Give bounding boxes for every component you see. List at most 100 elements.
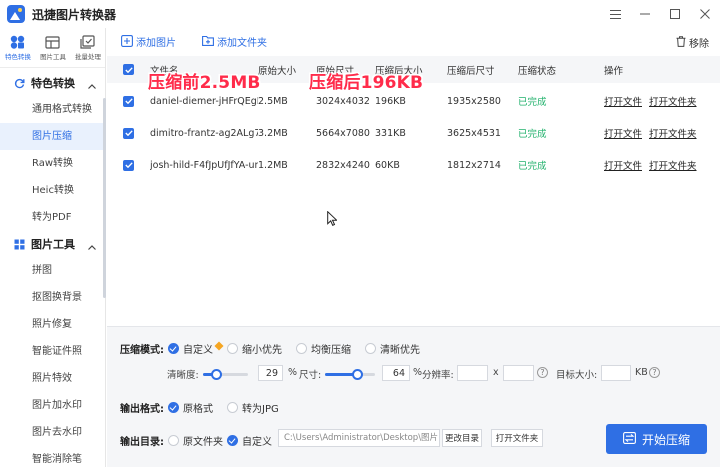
nav-item-cutout[interactable]: 抠图换背景 [0, 284, 105, 311]
nav-group-label: 图片工具 [31, 238, 75, 251]
radio[interactable] [296, 343, 307, 354]
checkbox[interactable] [123, 95, 134, 107]
tool-tab-label: 特色转换 [4, 53, 31, 61]
size-slider-knob[interactable] [352, 369, 363, 380]
open-folder-link[interactable]: 打开文件夹 [649, 85, 697, 117]
nav-group-convert[interactable]: 特色转换 [0, 70, 105, 96]
open-folder-link[interactable]: 打开文件夹 [649, 149, 697, 181]
nav-item-add-watermark[interactable]: 图片加水印 [0, 392, 105, 419]
radio[interactable] [227, 402, 238, 413]
radio[interactable] [168, 435, 179, 446]
radio[interactable] [227, 435, 238, 446]
format-original-radio[interactable]: 原格式 [168, 400, 213, 415]
radio[interactable] [365, 343, 376, 354]
change-dir-button[interactable]: 更改目录 [442, 429, 482, 447]
cell-comp-dim: 3625x4531 [447, 127, 501, 139]
add-folder-button[interactable]: 添加文件夹 [202, 34, 267, 49]
clarity-slider-knob[interactable] [211, 369, 223, 380]
tool-tab-tools[interactable]: 图片工具 [35, 28, 70, 67]
clarity-unit: % [288, 367, 298, 378]
nav-item-general-convert[interactable]: 通用格式转换 [0, 96, 105, 123]
checkbox[interactable] [123, 159, 134, 171]
maximize-icon[interactable] [660, 0, 690, 28]
format-original-label: 原格式 [183, 404, 213, 415]
nav-item-remove-watermark[interactable]: 图片去水印 [0, 419, 105, 446]
cell-orig-size: 1.2MB [258, 159, 288, 171]
mode-clarity-radio[interactable]: 清晰优先 [365, 341, 420, 356]
cell-orig-size: 3.2MB [258, 127, 288, 139]
radio[interactable] [168, 402, 179, 413]
mode-balanced-radio[interactable]: 均衡压缩 [296, 341, 351, 356]
size-input[interactable]: 64 [382, 365, 410, 381]
cell-status: 已完成 [518, 97, 547, 108]
cell-orig-size: 2.5MB [258, 95, 288, 107]
mode-custom-radio[interactable]: 自定义 [168, 340, 224, 356]
mode-small-radio[interactable]: 缩小优先 [227, 341, 282, 356]
size-unit: % [413, 367, 423, 378]
resolution-height-input[interactable] [503, 365, 534, 381]
nav-item-id-photo[interactable]: 智能证件照 [0, 338, 105, 365]
clarity-slider[interactable] [203, 369, 248, 380]
start-compress-button[interactable]: 开始压缩 [606, 424, 707, 454]
toolbar: 添加图片 添加文件夹 移除 [107, 28, 720, 54]
open-file-link[interactable]: 打开文件 [604, 149, 642, 181]
open-folder-button[interactable]: 打开文件夹 [491, 429, 543, 447]
nav-item-heic[interactable]: Heic转换 [0, 177, 105, 204]
tools-icon [45, 35, 61, 49]
nav-group-tools[interactable]: 图片工具 [0, 231, 105, 257]
minimize-icon[interactable] [630, 0, 660, 28]
nav-item-eraser[interactable]: 智能消除笔 [0, 446, 105, 467]
nav-item-photo-repair[interactable]: 照片修复 [0, 311, 105, 338]
nav-item-raw[interactable]: Raw转换 [0, 150, 105, 177]
col-comp-dim: 压缩后尺寸 [447, 65, 495, 77]
cell-status: 已完成 [518, 161, 547, 172]
row-checkbox[interactable] [123, 117, 134, 149]
add-image-button[interactable]: 添加图片 [121, 34, 176, 49]
table-row[interactable]: dimitro-frantz-ag2ALg7y... 3.2MB 5664x70… [107, 117, 720, 149]
start-compress-label: 开始压缩 [641, 432, 690, 447]
close-icon[interactable] [690, 0, 720, 28]
open-file-link[interactable]: 打开文件 [604, 85, 642, 117]
size-label: 尺寸: [299, 370, 322, 381]
row-checkbox[interactable] [123, 149, 134, 181]
output-path-input[interactable]: C:\Users\Administrator\Desktop\图片 [278, 429, 440, 447]
nav-item-photo-effects[interactable]: 照片特效 [0, 365, 105, 392]
dir-custom-radio[interactable]: 自定义 [227, 433, 272, 448]
add-image-label: 添加图片 [136, 37, 176, 49]
nav-item-image-compress[interactable]: 图片压缩 [0, 123, 105, 150]
clarity-label: 清晰度: [167, 370, 199, 381]
dir-original-radio[interactable]: 原文件夹 [168, 433, 223, 448]
clarity-input[interactable]: 29 [258, 365, 283, 381]
menu-icon[interactable] [600, 0, 630, 28]
tool-tab-batch[interactable]: 批量处理 [70, 28, 105, 67]
remove-button[interactable]: 移除 [676, 35, 709, 50]
open-file-link[interactable]: 打开文件 [604, 117, 642, 149]
col-orig-size: 原始大小 [258, 65, 297, 77]
nav-scrollbar[interactable] [103, 98, 106, 298]
row-checkbox[interactable] [123, 85, 134, 117]
add-folder-label: 添加文件夹 [217, 37, 267, 49]
cell-comp-size: 60KB [375, 159, 400, 171]
format-jpg-radio[interactable]: 转为JPG [227, 400, 279, 415]
radio[interactable] [227, 343, 238, 354]
cell-comp-dim: 1812x2714 [447, 159, 501, 171]
tool-tab-convert[interactable]: 特色转换 [0, 28, 35, 67]
size-slider[interactable] [325, 369, 375, 380]
radio[interactable] [168, 343, 179, 354]
nav-item-collage[interactable]: 拼图 [0, 257, 105, 284]
checkbox[interactable] [123, 127, 134, 139]
open-folder-link[interactable]: 打开文件夹 [649, 117, 697, 149]
checkbox[interactable] [123, 64, 134, 75]
select-all-checkbox[interactable] [123, 56, 134, 83]
cell-orig-dim: 2832x4240 [316, 159, 370, 171]
add-folder-icon [202, 35, 214, 47]
batch-icon [80, 35, 96, 49]
target-size-input[interactable] [601, 365, 631, 381]
table-row[interactable]: josh-hild-F4fJpUfJfYA-un... 1.2MB 2832x4… [107, 149, 720, 181]
resolution-width-input[interactable] [457, 365, 488, 381]
help-icon[interactable]: ? [537, 367, 548, 378]
nav-item-to-pdf[interactable]: 转为PDF [0, 204, 105, 231]
cell-orig-dim: 5664x7080 [316, 127, 370, 139]
chevron-up-icon [88, 79, 96, 92]
help-icon[interactable]: ? [649, 367, 660, 378]
